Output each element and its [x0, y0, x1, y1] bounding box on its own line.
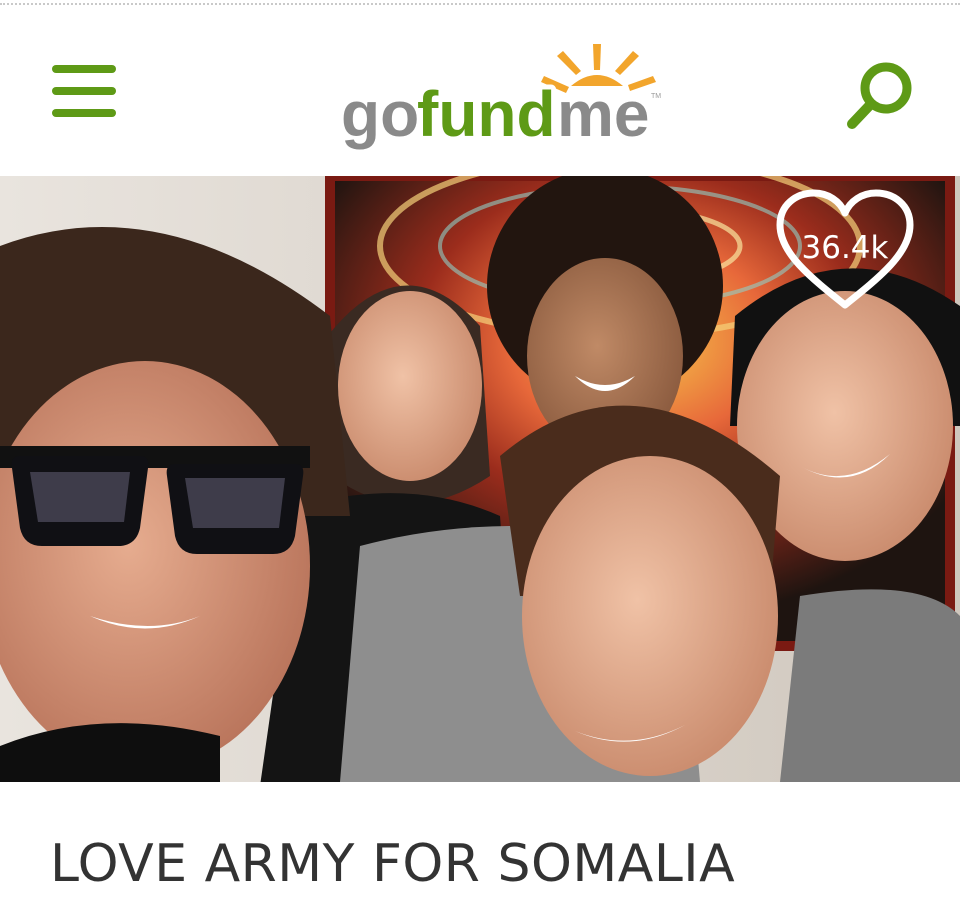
like-count: 36.4k — [801, 230, 889, 266]
campaign-title: LOVE ARMY FOR SOMALIA — [50, 834, 736, 894]
gofundme-campaign-page: go fund me go fund me TM 36.4k LOVE ARMY… — [0, 0, 960, 918]
logo-trademark: TM — [651, 93, 661, 100]
top-divider — [0, 3, 960, 5]
campaign-title-section: LOVE ARMY FOR SOMALIA — [0, 782, 960, 918]
logo-word-me: me — [557, 78, 650, 150]
gofundme-logo[interactable]: go fund me go fund me TM — [335, 38, 675, 158]
logo-word-fund: fund — [417, 78, 556, 150]
logo-word-go: go — [341, 78, 419, 150]
search-icon[interactable] — [842, 58, 918, 134]
app-header: go fund me go fund me TM — [0, 10, 960, 175]
hamburger-menu-icon[interactable] — [52, 65, 116, 117]
